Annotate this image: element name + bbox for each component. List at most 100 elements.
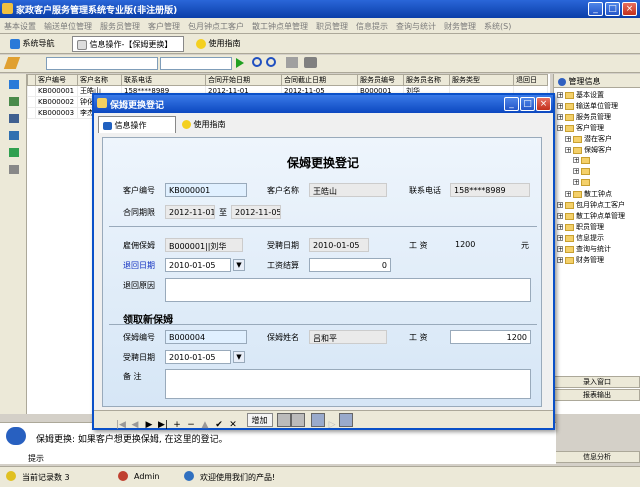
trash-icon[interactable]: [9, 165, 19, 174]
expand-icon[interactable]: +: [557, 213, 563, 220]
menu-item[interactable]: 信息提示: [352, 18, 392, 32]
filter-combo-2[interactable]: [160, 57, 232, 70]
dialog-tab-info[interactable]: 信息操作: [98, 116, 176, 133]
book-icon[interactable]: [9, 131, 19, 140]
dialog-close-button[interactable]: ×: [536, 97, 551, 111]
swap-icon[interactable]: [9, 97, 19, 106]
tab-info-operation[interactable]: 信息操作-【保姆更换】: [72, 36, 184, 52]
expand-icon[interactable]: +: [573, 168, 579, 175]
tree-item[interactable]: + 职员管理: [557, 222, 640, 233]
report-output-button[interactable]: 报表输出: [554, 389, 640, 401]
tree-item[interactable]: +: [557, 167, 640, 178]
tab-system-nav[interactable]: 系统导航: [6, 36, 59, 52]
expand-icon[interactable]: +: [565, 147, 571, 154]
list-icon[interactable]: [9, 80, 19, 89]
cust-no-field[interactable]: KB000001: [165, 183, 247, 197]
print-icon-2[interactable]: [291, 413, 306, 427]
column-header[interactable]: 退回日: [513, 74, 548, 86]
column-header[interactable]: 服务类型: [449, 74, 514, 86]
info-analysis-button[interactable]: 信息分析: [554, 451, 640, 463]
tree-item[interactable]: +: [557, 156, 640, 167]
column-header[interactable]: 服务员名称: [403, 74, 450, 86]
expand-icon[interactable]: +: [557, 125, 563, 132]
return-date-dropdown-icon[interactable]: ▼: [233, 259, 245, 271]
tree-item[interactable]: + 客户管理: [557, 123, 640, 134]
table-cell[interactable]: KB000001: [35, 85, 78, 97]
dialog-tab-help[interactable]: 使用指南: [178, 116, 248, 133]
tree-item[interactable]: + 服务员管理: [557, 112, 640, 123]
prev-icon[interactable]: ◀: [128, 419, 142, 433]
expand-icon[interactable]: +: [557, 114, 563, 121]
save-icon[interactable]: [339, 413, 354, 427]
new-nanny-no-field[interactable]: B000004: [165, 330, 247, 344]
column-header[interactable]: 合同截止日期: [281, 74, 358, 86]
menu-item[interactable]: 散工钟点单管理: [248, 18, 312, 32]
expand-icon[interactable]: +: [557, 224, 563, 231]
menu-item[interactable]: 客户管理: [144, 18, 184, 32]
tree-item[interactable]: + 查询与统计: [557, 244, 640, 255]
expand-icon[interactable]: +: [557, 103, 563, 110]
expand-icon[interactable]: +: [557, 246, 563, 253]
column-header[interactable]: 合同开始日期: [205, 74, 282, 86]
tree-item[interactable]: + 散工钟点: [557, 189, 640, 200]
minimize-button[interactable]: _: [588, 2, 603, 16]
expand-icon[interactable]: +: [565, 191, 571, 198]
menu-item[interactable]: 查询与统计: [392, 18, 440, 32]
tree-item[interactable]: + 财务管理: [557, 255, 640, 266]
new-hire-date-dropdown-icon[interactable]: ▼: [233, 351, 245, 363]
menu-item[interactable]: 财务管理: [440, 18, 480, 32]
add-button[interactable]: 增加: [246, 413, 273, 427]
column-header[interactable]: 客户编号: [35, 74, 78, 86]
expand-icon[interactable]: +: [565, 136, 571, 143]
search-next-icon[interactable]: [266, 57, 276, 67]
new-wage-field[interactable]: 1200: [450, 330, 531, 344]
new-hire-date-field[interactable]: 2010-01-05: [165, 350, 231, 364]
menu-item[interactable]: 服务员管理: [96, 18, 144, 32]
column-header[interactable]: 服务员编号: [357, 74, 404, 86]
tab-help[interactable]: 使用指南: [192, 36, 245, 52]
menu-item[interactable]: 系统(S): [480, 18, 515, 32]
print-icon[interactable]: [304, 57, 317, 68]
add-icon[interactable]: +: [170, 419, 184, 433]
maximize-button[interactable]: □: [605, 2, 620, 16]
expand-icon[interactable]: +: [557, 235, 563, 242]
post-icon[interactable]: ✔: [212, 419, 226, 433]
expand-icon[interactable]: +: [557, 257, 563, 264]
menu-item[interactable]: 基本设置: [0, 18, 40, 32]
calc-icon[interactable]: [286, 57, 298, 68]
first-icon[interactable]: |◀: [114, 419, 128, 433]
input-window-button[interactable]: 录入窗口: [554, 376, 640, 388]
filter-combo[interactable]: [46, 57, 158, 70]
tree-item[interactable]: + 潜在客户: [557, 134, 640, 145]
dialog-minimize-button[interactable]: _: [504, 97, 519, 111]
close-button[interactable]: ×: [622, 2, 637, 16]
print-preview-icon[interactable]: [277, 413, 292, 427]
delete-icon[interactable]: −: [184, 419, 198, 433]
dialog-maximize-button[interactable]: □: [520, 97, 535, 111]
cancel-icon[interactable]: ✕: [226, 419, 240, 433]
tree-item[interactable]: + 信息提示: [557, 233, 640, 244]
expand-icon[interactable]: +: [557, 202, 563, 209]
run-icon[interactable]: [236, 58, 244, 68]
expand-icon[interactable]: +: [557, 92, 563, 99]
column-header[interactable]: 客户名称: [77, 74, 122, 86]
expand-icon[interactable]: +: [573, 157, 579, 164]
remark-textarea[interactable]: [165, 369, 531, 399]
card-icon[interactable]: [9, 114, 19, 123]
tree-item[interactable]: +: [557, 178, 640, 189]
menu-item[interactable]: 包月钟点工客户: [184, 18, 248, 32]
search-icon[interactable]: [252, 57, 262, 67]
menu-item[interactable]: 输送单位管理: [40, 18, 96, 32]
tree-item[interactable]: + 散工钟点单管理: [557, 211, 640, 222]
column-header[interactable]: 联系电话: [121, 74, 206, 86]
edit-record-icon[interactable]: ▲: [198, 419, 212, 433]
table-cell[interactable]: KB000003: [35, 107, 78, 119]
tree-item[interactable]: + 保姆客户: [557, 145, 640, 156]
reason-textarea[interactable]: [165, 278, 531, 302]
chart-icon[interactable]: [9, 148, 19, 157]
return-date-field[interactable]: 2010-01-05: [165, 258, 231, 272]
settle-field[interactable]: 0: [309, 258, 391, 272]
tree-item[interactable]: + 输送单位管理: [557, 101, 640, 112]
next-icon[interactable]: ▶: [142, 419, 156, 433]
tree-item[interactable]: + 包月钟点工客户: [557, 200, 640, 211]
